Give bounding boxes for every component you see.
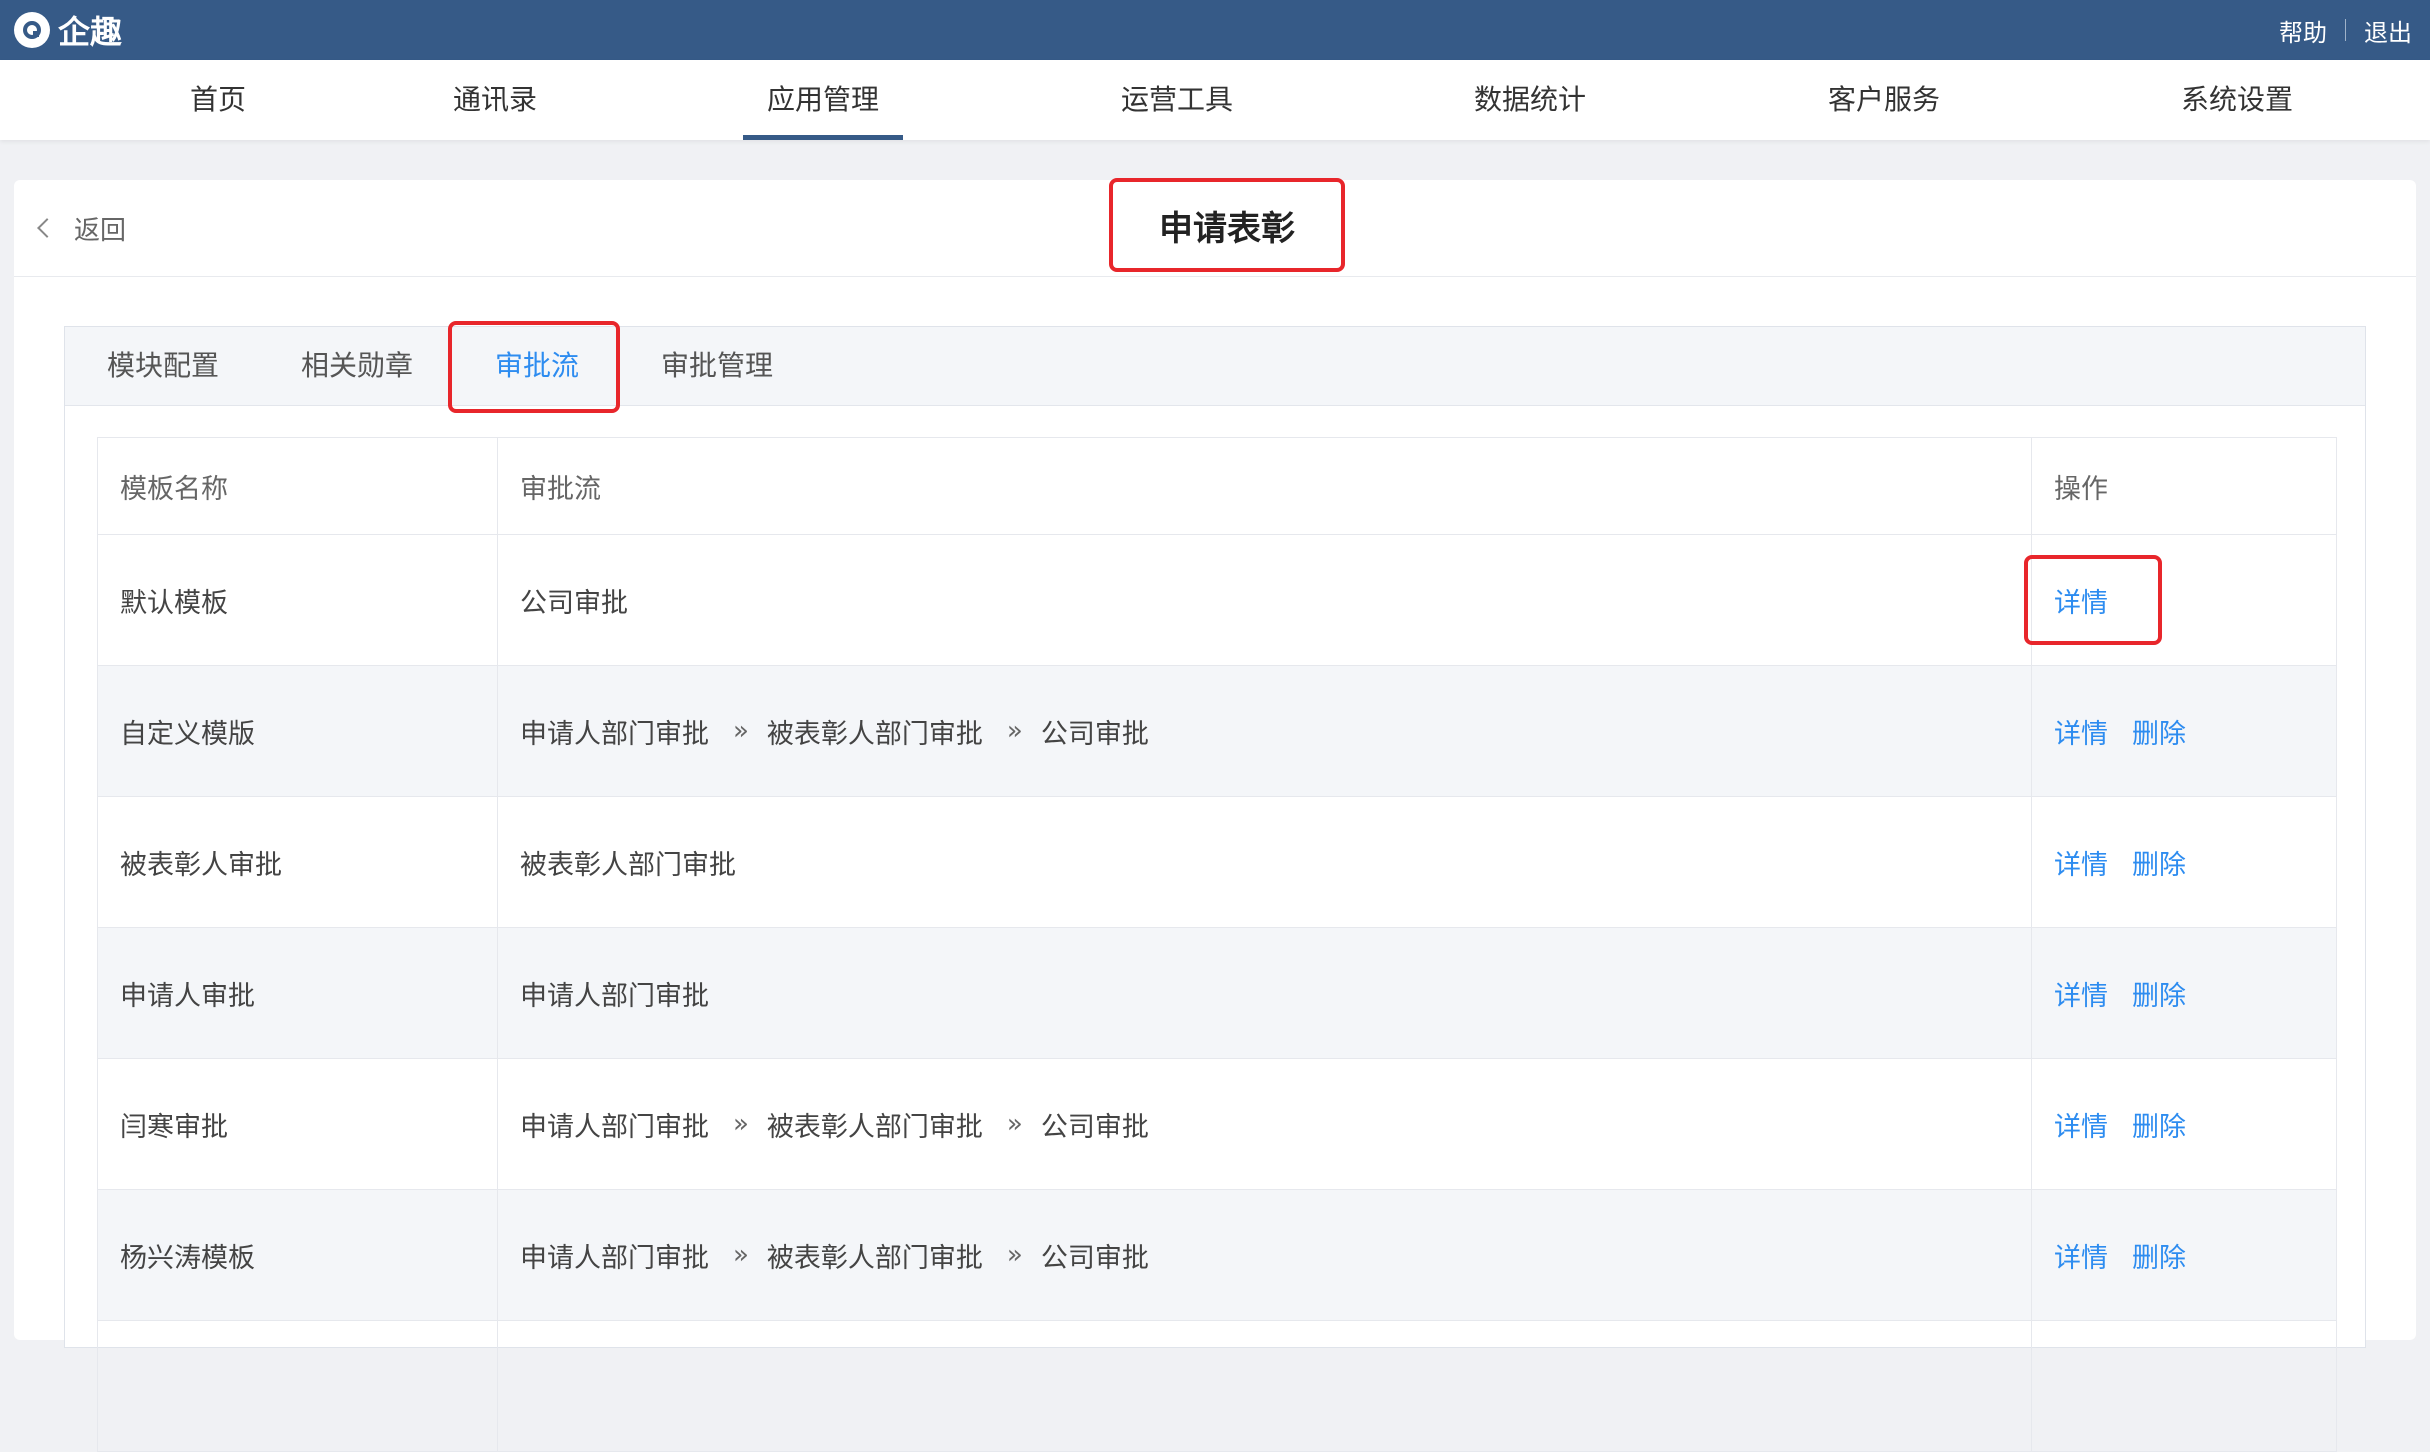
- template-name: 被表彰人审批: [98, 797, 498, 927]
- top-links: 帮助 退出: [2279, 0, 2412, 60]
- nav-contacts[interactable]: 通讯录: [453, 60, 537, 140]
- delete-link[interactable]: 删除: [2132, 1236, 2186, 1275]
- tab-bar: 模块配置 相关勋章 审批流 审批管理: [65, 321, 2365, 413]
- flow-step: 申请人部门审批: [520, 718, 709, 750]
- table-row: 杨兴涛模板 申请人部门审批 » 被表彰人部门审批 » 公司审批 详情 删除: [98, 1190, 2336, 1321]
- flow-step: 被表彰人部门审批: [766, 1242, 983, 1274]
- highlight-box: [448, 321, 620, 413]
- flow-step: 被表彰人部门审批: [766, 718, 983, 750]
- actions-cell: 详情: [2024, 535, 2336, 665]
- double-chevron-right-icon: »: [1006, 716, 1023, 746]
- approval-flow: 申请人部门审批 » 被表彰人部门审批 » 公司审批: [498, 666, 2032, 796]
- actions-cell: 详情 删除: [2032, 666, 2336, 796]
- delete-link[interactable]: 删除: [2132, 843, 2186, 882]
- flow-step: 公司审批: [1040, 1242, 1149, 1274]
- delete-link[interactable]: 删除: [2132, 1105, 2186, 1144]
- highlight-box: [2024, 555, 2162, 645]
- flow-step: 被表彰人部门审批: [766, 1111, 983, 1143]
- nav-data-statistics[interactable]: 数据统计: [1474, 60, 1586, 140]
- details-link[interactable]: 详情: [2054, 712, 2108, 751]
- tab-module-config[interactable]: 模块配置: [107, 327, 219, 405]
- nav-customer-service[interactable]: 客户服务: [1828, 60, 1940, 140]
- template-name: 申请人审批: [98, 928, 498, 1058]
- double-chevron-right-icon: »: [733, 1240, 749, 1270]
- approval-flow-table: 模板名称 审批流 操作 默认模板 公司审批 详情 自定义模版 申请人部门审批 »…: [97, 437, 2337, 1452]
- table-row: [98, 1321, 2336, 1452]
- actions-cell: 详情 删除: [2032, 1190, 2336, 1320]
- flow-step: 公司审批: [1040, 1111, 1149, 1143]
- top-bar: 企趣 帮助 退出: [0, 0, 2430, 60]
- template-name: 杨兴涛模板: [98, 1190, 498, 1320]
- actions-cell: 详情 删除: [2032, 797, 2336, 927]
- template-name: 默认模板: [98, 535, 498, 665]
- actions-cell: [2032, 1321, 2336, 1451]
- details-link[interactable]: 详情: [2054, 1236, 2108, 1275]
- nav-app-management[interactable]: 应用管理: [742, 60, 904, 140]
- flow-step: 被表彰人部门审批: [520, 849, 736, 881]
- approval-flow: 申请人部门审批: [498, 928, 2032, 1058]
- table-row: 被表彰人审批 被表彰人部门审批 详情 删除: [98, 797, 2336, 928]
- logout-link[interactable]: 退出: [2364, 13, 2412, 48]
- flow-step: 申请人部门审批: [520, 980, 709, 1012]
- double-chevron-right-icon: »: [733, 1109, 749, 1139]
- details-link[interactable]: 详情: [2054, 1105, 2108, 1144]
- content-card: 返回 申请表彰 模块配置 相关勋章 审批流 审批管理 模板名称 审批流 操作 默…: [14, 178, 2416, 1452]
- table-row: 默认模板 公司审批 详情: [98, 535, 2336, 666]
- flow-step: 公司审批: [520, 587, 628, 619]
- flow-step: 公司审批: [1040, 718, 1149, 750]
- template-name: 自定义模版: [98, 666, 498, 796]
- table-row: 闫寒审批 申请人部门审批 » 被表彰人部门审批 » 公司审批 详情 删除: [98, 1059, 2336, 1190]
- card-header: 返回 申请表彰: [14, 178, 2416, 277]
- table-row: 申请人审批 申请人部门审批 详情 删除: [98, 928, 2336, 1059]
- approval-flow: 申请人部门审批 » 被表彰人部门审批 » 公司审批: [498, 1190, 2032, 1320]
- double-chevron-right-icon: »: [733, 716, 749, 746]
- approval-flow: 申请人部门审批 » 被表彰人部门审批 » 公司审批: [498, 1059, 2032, 1189]
- approval-flow: [498, 1321, 2032, 1451]
- back-label: 返回: [74, 215, 127, 246]
- table-header-row: 模板名称 审批流 操作: [98, 438, 2336, 535]
- tab-panel: 模块配置 相关勋章 审批流 审批管理 模板名称 审批流 操作 默认模板 公司审批…: [64, 321, 2366, 1452]
- header-approval-flow: 审批流: [498, 438, 2032, 534]
- tab-related-medals[interactable]: 相关勋章: [301, 327, 413, 405]
- help-link[interactable]: 帮助: [2279, 13, 2327, 48]
- actions-cell: 详情 删除: [2032, 1059, 2336, 1189]
- nav-operation-tools[interactable]: 运营工具: [1121, 60, 1233, 140]
- double-chevron-right-icon: »: [1006, 1240, 1023, 1270]
- logo-text: 企趣: [58, 13, 123, 51]
- delete-link[interactable]: 删除: [2132, 712, 2186, 751]
- details-link[interactable]: 详情: [2054, 843, 2108, 882]
- details-link[interactable]: 详情: [2054, 974, 2108, 1013]
- back-button[interactable]: 返回: [37, 180, 127, 276]
- divider: [2345, 19, 2346, 41]
- page-title: 申请表彰: [1109, 178, 1345, 272]
- nav-home[interactable]: 首页: [190, 60, 246, 140]
- brand-logo[interactable]: 企趣: [14, 8, 122, 52]
- flow-step: 申请人部门审批: [520, 1242, 709, 1274]
- header-template-name: 模板名称: [98, 438, 498, 534]
- logo-icon: [14, 12, 50, 48]
- table-row: 自定义模版 申请人部门审批 » 被表彰人部门审批 » 公司审批 详情 删除: [98, 666, 2336, 797]
- actions-cell: 详情 删除: [2032, 928, 2336, 1058]
- tab-approval-management[interactable]: 审批管理: [661, 327, 773, 405]
- approval-flow: 公司审批: [498, 535, 2032, 665]
- template-name: 闫寒审批: [98, 1059, 498, 1189]
- chevron-left-icon: [37, 218, 57, 238]
- double-chevron-right-icon: »: [1006, 1109, 1023, 1139]
- nav-system-settings[interactable]: 系统设置: [2181, 60, 2293, 140]
- delete-link[interactable]: 删除: [2132, 974, 2186, 1013]
- flow-step: 申请人部门审批: [520, 1111, 709, 1143]
- approval-flow: 被表彰人部门审批: [498, 797, 2032, 927]
- main-nav: 首页 通讯录 应用管理 运营工具 数据统计 客户服务 系统设置: [0, 60, 2430, 140]
- header-actions: 操作: [2054, 473, 2108, 505]
- template-name: [98, 1321, 498, 1451]
